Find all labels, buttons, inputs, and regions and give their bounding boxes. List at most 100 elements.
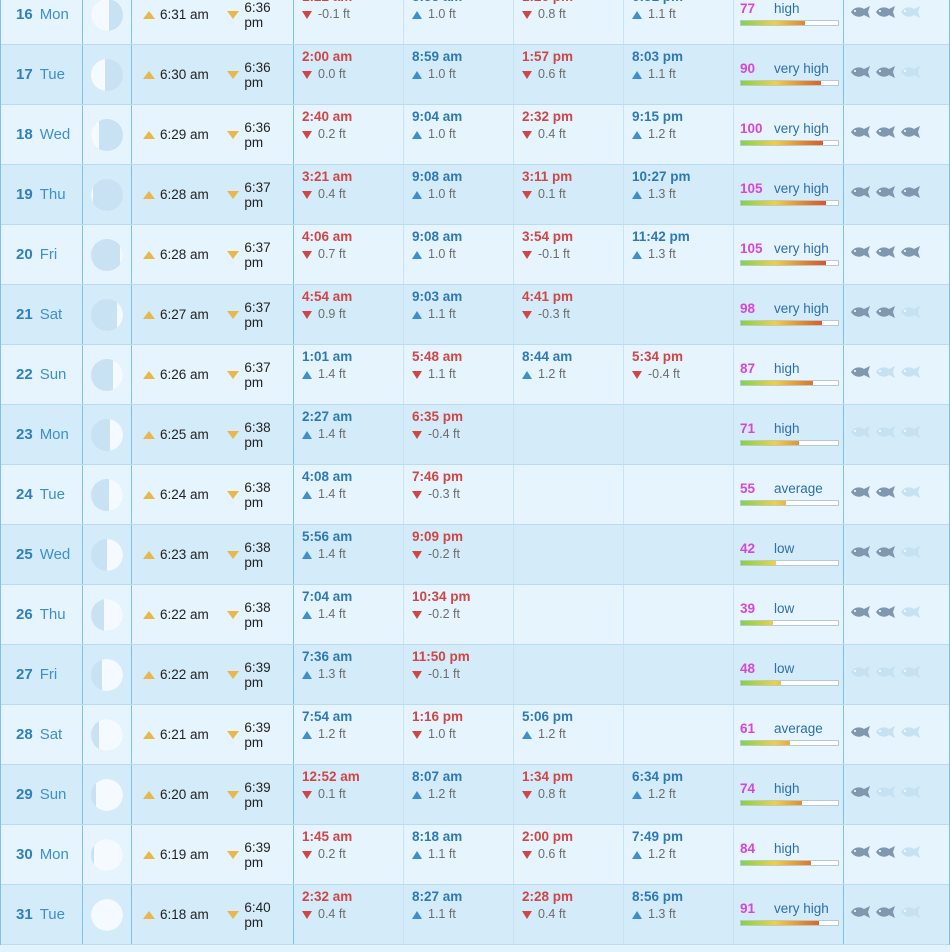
- tide-height-row: 0.8 ft: [522, 6, 623, 23]
- tide-time: 9:03 am: [412, 289, 463, 304]
- fish-icon: [850, 545, 872, 564]
- activity-header: 91 very high: [740, 901, 843, 916]
- activity-cell: 91 very high: [734, 885, 844, 944]
- table-row: 24 Tue 6:24 am 6:38 pm 4:08 am 1.4 ft 7:46 pm -…: [1, 465, 949, 525]
- tide-height: 1.1 ft: [648, 67, 676, 81]
- day-number: 17: [16, 66, 33, 83]
- tide-height: 0.4 ft: [318, 187, 346, 201]
- fish-icon: [900, 785, 922, 804]
- fish-icon: [850, 725, 872, 744]
- moon-phase-icon: [91, 178, 123, 211]
- tide-time: 8:07 am: [412, 769, 463, 784]
- tide-cell: 5:48 am 1.1 ft: [404, 345, 514, 404]
- moon-lit-area: [91, 58, 106, 91]
- tide-down-arrow-icon: [302, 310, 312, 319]
- tide-cell: 8:56 pm 1.3 ft: [624, 885, 734, 944]
- fish-icon: [900, 305, 922, 324]
- activity-label: low: [774, 661, 795, 676]
- fish-icon: [900, 185, 922, 204]
- tide-time: 4:41 pm: [522, 289, 574, 304]
- tide-up-arrow-icon: [632, 850, 642, 859]
- moon-phase-icon: [91, 838, 123, 871]
- fish-icon: [900, 365, 922, 384]
- fish-icon: [850, 125, 872, 144]
- tide-cell: 10:34 pm -0.2 ft: [404, 585, 514, 644]
- activity-score: 48: [740, 661, 756, 676]
- tide-height: 1.2 ft: [648, 127, 676, 141]
- activity-header: 42 low: [740, 541, 843, 556]
- sunrise: 6:20 am: [143, 787, 227, 802]
- sunrise-icon: [143, 430, 155, 439]
- fish-rating-cell: [844, 705, 949, 764]
- date-cell: 16 Mon: [1, 0, 83, 44]
- sun-cell: 6:25 am 6:38 pm: [132, 405, 294, 464]
- day-number: 23: [16, 426, 33, 443]
- tide-height-row: 1.0 ft: [412, 186, 513, 203]
- tide-time: 4:08 am: [302, 469, 353, 484]
- activity-header: 84 high: [740, 841, 843, 856]
- tide-up-arrow-icon: [412, 130, 422, 139]
- tide-cell: [624, 645, 734, 704]
- tide-height-row: 0.8 ft: [522, 786, 623, 803]
- tide-cell: 4:06 am 0.7 ft: [294, 225, 404, 284]
- tide-height-row: 1.1 ft: [632, 6, 733, 23]
- moon-lit-area: [107, 538, 123, 571]
- table-row: 29 Sun 6:20 am 6:39 pm 12:52 am 0.1 ft 8:07 am…: [1, 765, 949, 825]
- tide-cell: [624, 525, 734, 584]
- tide-height: 0.6 ft: [538, 67, 566, 81]
- sunrise: 6:22 am: [143, 607, 227, 622]
- tide-up-arrow-icon: [302, 610, 312, 619]
- tide-cell: 6:51 pm1.1 ft: [624, 0, 734, 44]
- tide-down-arrow-icon: [302, 190, 312, 199]
- tide-height: 0.7 ft: [318, 247, 346, 261]
- activity-header: 74 high: [740, 781, 843, 796]
- tide-height-row: 1.2 ft: [302, 726, 403, 743]
- tide-height-row: 1.0 ft: [412, 126, 513, 143]
- tide-height: 1.4 ft: [318, 547, 346, 561]
- activity-score: 84: [740, 841, 756, 856]
- tide-up-arrow-icon: [632, 10, 642, 19]
- tide-height-row: 0.7 ft: [302, 246, 403, 263]
- tide-height-row: 1.3 ft: [632, 246, 733, 263]
- tide-cell: 1:26 pm0.8 ft: [514, 0, 624, 44]
- activity-label: high: [774, 841, 800, 856]
- weekday: Fri: [39, 666, 58, 683]
- activity-label: low: [774, 541, 795, 556]
- activity-cell: 74 high: [734, 765, 844, 824]
- tide-height: -0.4 ft: [648, 367, 680, 381]
- activity-score: 98: [740, 301, 756, 316]
- tide-up-arrow-icon: [302, 670, 312, 679]
- tide-height-row: 1.1 ft: [412, 306, 513, 323]
- tide-up-arrow-icon: [522, 730, 532, 739]
- tide-time: 10:27 pm: [632, 169, 691, 184]
- tide-cell: 9:08 am 1.0 ft: [404, 165, 514, 224]
- fish-icon: [850, 485, 872, 504]
- tide-height: 1.2 ft: [538, 727, 566, 741]
- tide-down-arrow-icon: [302, 250, 312, 259]
- tide-up-arrow-icon: [302, 490, 312, 499]
- fish-icon: [875, 905, 897, 924]
- tide-height: 0.4 ft: [538, 907, 566, 921]
- activity-header: 39 low: [740, 601, 843, 616]
- tide-up-arrow-icon: [632, 130, 642, 139]
- sunrise: 6:19 am: [143, 847, 227, 862]
- tide-cell: 7:46 pm -0.3 ft: [404, 465, 514, 524]
- fish-icon: [850, 785, 872, 804]
- activity-score: 91: [740, 901, 756, 916]
- activity-bar: [740, 560, 839, 566]
- activity-header: 100 very high: [740, 121, 843, 136]
- tide-cell: 5:06 pm 1.2 ft: [514, 705, 624, 764]
- table-row: 18 Wed 6:29 am 6:36 pm 2:40 am 0.2 ft 9:04 am 1…: [1, 105, 949, 165]
- activity-score: 105: [740, 241, 763, 256]
- moon-cell: [83, 45, 132, 104]
- moon-phase-icon: [91, 718, 123, 751]
- tide-time: 8:56 pm: [632, 889, 684, 904]
- activity-bar-fill: [741, 81, 821, 85]
- sunrise-icon: [143, 70, 155, 79]
- tide-cell: 1:34 pm 0.8 ft: [514, 765, 624, 824]
- activity-header: 98 very high: [740, 301, 843, 316]
- activity-cell: 48 low: [734, 645, 844, 704]
- sunrise-time: 6:31 am: [160, 7, 209, 22]
- tide-cell: 2:00 pm 0.6 ft: [514, 825, 624, 884]
- sunset-icon: [227, 670, 240, 679]
